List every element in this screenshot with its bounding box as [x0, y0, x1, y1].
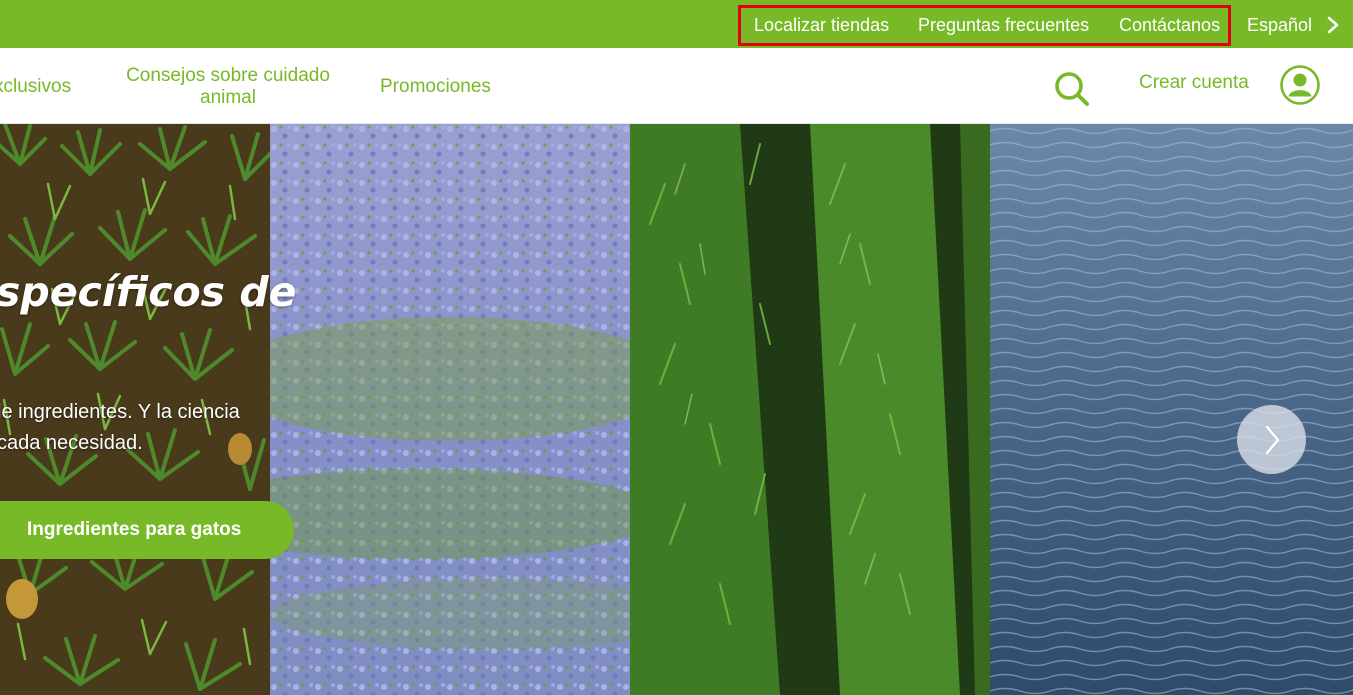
contact-link[interactable]: Contáctanos — [1119, 14, 1220, 36]
chevron-right-icon — [1265, 425, 1280, 455]
page: Localizar tiendas Preguntas frecuentes C… — [0, 0, 1353, 695]
main-nav: xclusivos Consejos sobre cuidado animal … — [0, 48, 1353, 124]
hero-title: specíficos de — [0, 268, 297, 316]
hero-banner: specíficos de le ingredientes. Y la cien… — [0, 124, 1353, 695]
create-account-link[interactable]: Crear cuenta — [1139, 72, 1249, 94]
slider-next-button[interactable] — [1237, 405, 1306, 474]
grass-field-image — [630, 124, 990, 695]
chevron-right-icon[interactable] — [1325, 15, 1341, 35]
nav-item-promociones[interactable]: Promociones — [380, 76, 491, 98]
store-locator-link[interactable]: Localizar tiendas — [754, 14, 889, 36]
faq-link[interactable]: Preguntas frecuentes — [918, 14, 1089, 36]
utility-bar: Localizar tiendas Preguntas frecuentes C… — [0, 0, 1353, 48]
search-icon[interactable] — [1052, 69, 1092, 109]
hero-description: le ingredientes. Y la ciencia cada neces… — [0, 397, 240, 459]
nav-item-exclusivos[interactable]: xclusivos — [0, 76, 71, 98]
nav-item-consejos[interactable]: Consejos sobre cuidado animal — [117, 65, 339, 109]
water-image — [990, 124, 1353, 695]
user-account-icon[interactable] — [1279, 64, 1321, 106]
hero-description-line: cada necesidad. — [0, 432, 143, 454]
language-selector[interactable]: Español — [1247, 14, 1312, 36]
cat-ingredients-button[interactable]: Ingredientes para gatos — [0, 501, 294, 559]
flax-flower-field-image — [270, 124, 630, 695]
hero-description-line: le ingredientes. Y la ciencia — [0, 401, 240, 423]
